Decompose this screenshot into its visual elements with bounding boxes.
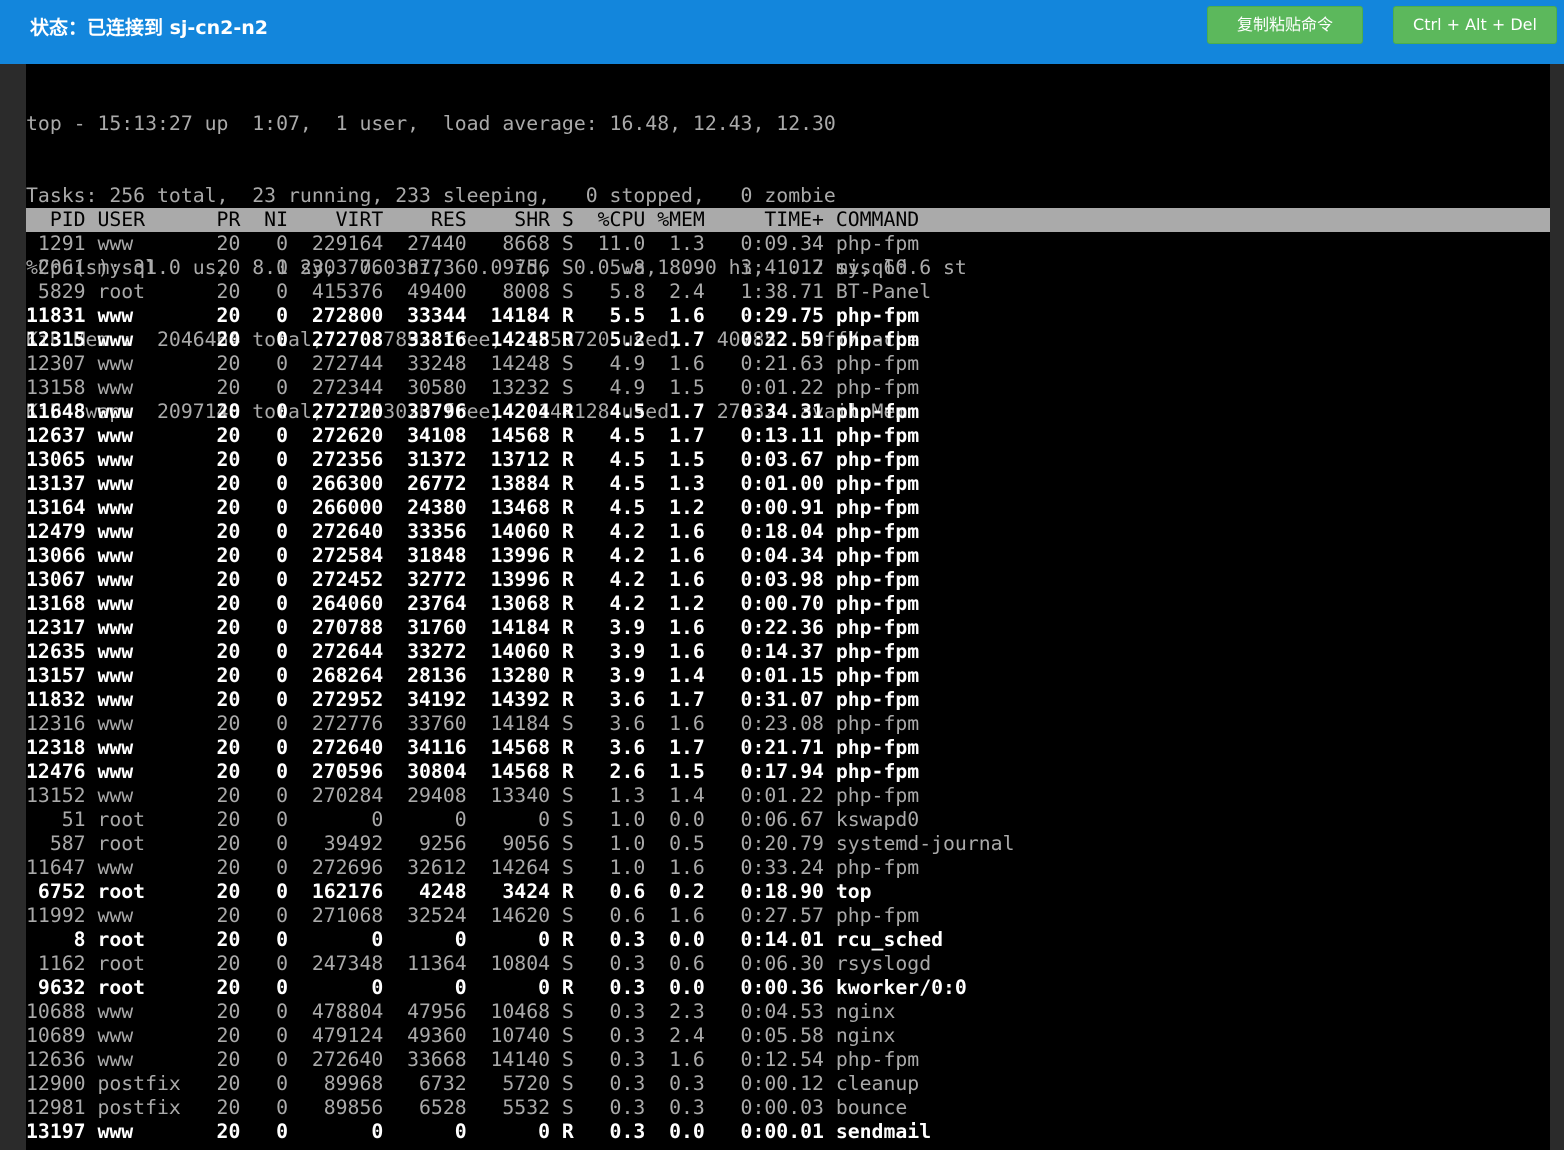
process-row: 11832 www 20 0 272952 34192 14392 R 3.6 … (26, 688, 920, 711)
process-row: 13197 www 20 0 0 0 0 R 0.3 0.0 0:00.01 s… (26, 1120, 932, 1143)
process-list: 1291 www 20 0 229164 27440 8668 S 11.0 1… (26, 232, 1014, 1144)
process-row: 6752 root 20 0 162176 4248 3424 R 0.6 0.… (26, 880, 872, 903)
process-row: 51 root 20 0 0 0 0 S 1.0 0.0 0:06.67 ksw… (26, 808, 920, 831)
process-row: 13157 www 20 0 268264 28136 13280 R 3.9 … (26, 664, 920, 687)
process-row: 12479 www 20 0 272640 33356 14060 R 4.2 … (26, 520, 920, 543)
process-row: 8 root 20 0 0 0 0 R 0.3 0.0 0:14.01 rcu_… (26, 928, 944, 951)
process-row: 1162 root 20 0 247348 11364 10804 S 0.3 … (26, 952, 932, 975)
process-row: 13066 www 20 0 272584 31848 13996 R 4.2 … (26, 544, 920, 567)
process-row: 13168 www 20 0 264060 23764 13068 R 4.2 … (26, 592, 920, 615)
process-row: 12635 www 20 0 272644 33272 14060 R 3.9 … (26, 640, 920, 663)
process-row: 13137 www 20 0 266300 26772 13884 R 4.5 … (26, 472, 920, 495)
process-row: 12900 postfix 20 0 89968 6732 5720 S 0.3… (26, 1072, 920, 1095)
summary-tasks-line: Tasks: 256 total, 23 running, 233 sleepi… (26, 184, 836, 207)
process-row: 587 root 20 0 39492 9256 9056 S 1.0 0.5 … (26, 832, 1015, 855)
process-row: 12981 postfix 20 0 89856 6528 5532 S 0.3… (26, 1096, 908, 1119)
process-row: 12636 www 20 0 272640 33668 14140 S 0.3 … (26, 1048, 920, 1071)
process-row: 13158 www 20 0 272344 30580 13232 S 4.9 … (26, 376, 920, 399)
process-row: 11831 www 20 0 272800 33344 14184 R 5.5 … (26, 304, 920, 327)
top-bar: 状态：已连接到 sj-cn2-n2 复制粘贴命令 Ctrl + Alt + De… (0, 0, 1564, 64)
connection-status: 状态：已连接到 sj-cn2-n2 (30, 17, 268, 39)
process-row: 12476 www 20 0 270596 30804 14568 R 2.6 … (26, 760, 920, 783)
process-row: 1291 www 20 0 229164 27440 8668 S 11.0 1… (26, 232, 920, 255)
process-row: 12318 www 20 0 272640 34116 14568 R 3.6 … (26, 736, 920, 759)
ctrl-alt-del-button[interactable]: Ctrl + Alt + Del (1393, 6, 1557, 44)
process-row: 10689 www 20 0 479124 49360 10740 S 0.3 … (26, 1024, 896, 1047)
process-row: 13065 www 20 0 272356 31372 13712 R 4.5 … (26, 448, 920, 471)
process-row: 5829 root 20 0 415376 49400 8008 S 5.8 2… (26, 280, 932, 303)
process-row: 10688 www 20 0 478804 47956 10468 S 0.3 … (26, 1000, 896, 1023)
process-row: 13164 www 20 0 266000 24380 13468 R 4.5 … (26, 496, 920, 519)
process-row: 12315 www 20 0 272708 33816 14248 R 5.2 … (26, 328, 920, 351)
process-row: 13152 www 20 0 270284 29408 13340 S 1.3 … (26, 784, 920, 807)
process-table-header: PID USER PR NI VIRT RES SHR S %CPU %MEM … (26, 208, 1550, 232)
summary-uptime-line: top - 15:13:27 up 1:07, 1 user, load ave… (26, 112, 836, 135)
process-row: 2061 mysql 20 0 2303776 387736 9756 S 5.… (26, 256, 908, 279)
process-row: 12307 www 20 0 272744 33248 14248 S 4.9 … (26, 352, 920, 375)
process-row: 9632 root 20 0 0 0 0 R 0.3 0.0 0:00.36 k… (26, 976, 967, 999)
process-row: 11647 www 20 0 272696 32612 14264 S 1.0 … (26, 856, 920, 879)
console-screen[interactable]: top - 15:13:27 up 1:07, 1 user, load ave… (26, 64, 1550, 1150)
process-row: 11992 www 20 0 271068 32524 14620 S 0.6 … (26, 904, 920, 927)
process-row: 12316 www 20 0 272776 33760 14184 S 3.6 … (26, 712, 920, 735)
process-row: 11648 www 20 0 272720 33796 14204 R 4.5 … (26, 400, 920, 423)
copy-paste-command-button[interactable]: 复制粘贴命令 (1207, 6, 1363, 44)
process-row: 12637 www 20 0 272620 34108 14568 R 4.5 … (26, 424, 920, 447)
process-row: 12317 www 20 0 270788 31760 14184 R 3.9 … (26, 616, 920, 639)
process-row: 13067 www 20 0 272452 32772 13996 R 4.2 … (26, 568, 920, 591)
